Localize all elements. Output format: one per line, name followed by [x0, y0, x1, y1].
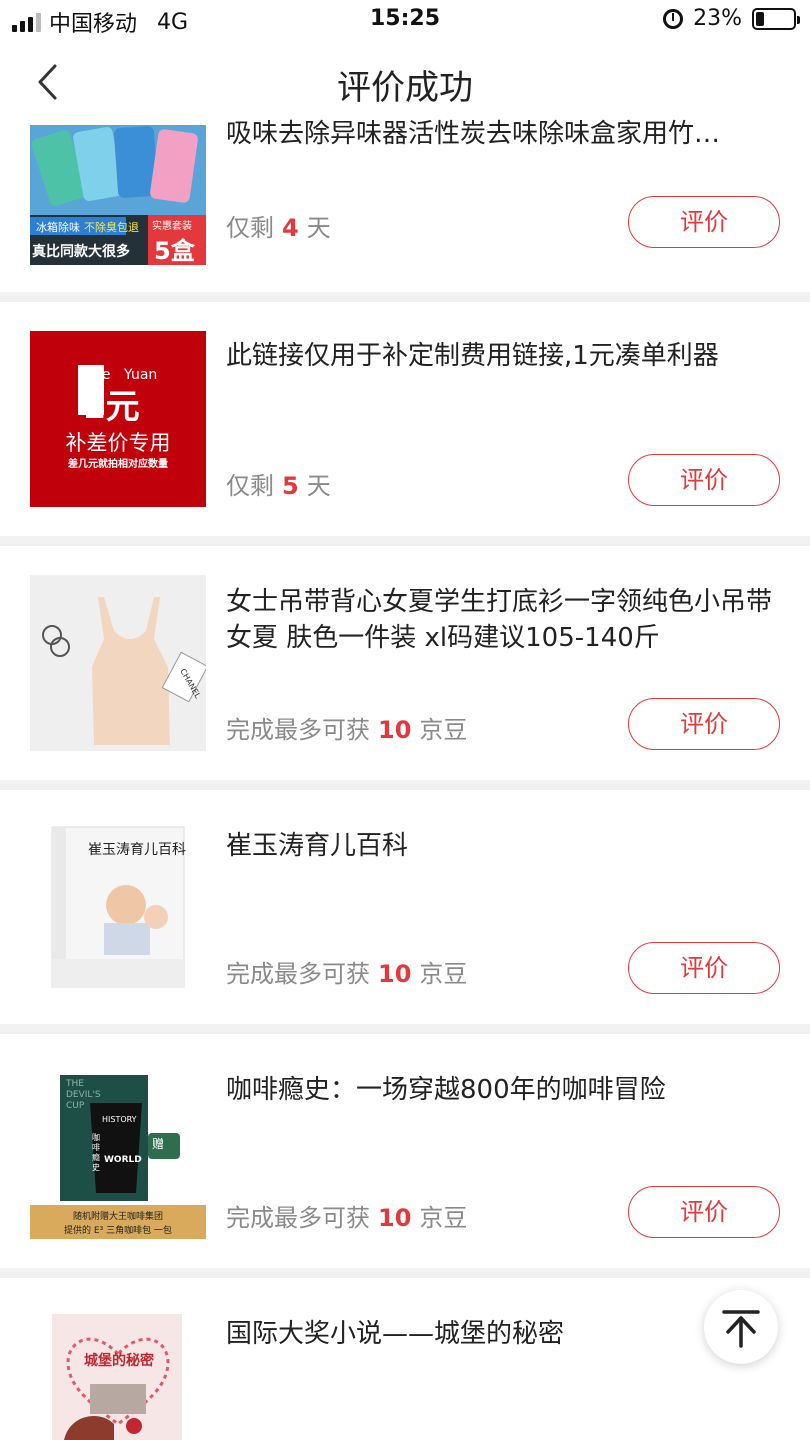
- product-image[interactable]: One Yuan 1元 补差价专用 差几元就拍相对应数量: [30, 331, 206, 507]
- status-bar: 中国移动 4G 15:25 23%: [0, 0, 810, 42]
- product-title[interactable]: 女士吊带背心女夏学生打底衫一字领纯色小吊带女夏 肤色一件装 xl码建议105-1…: [226, 584, 776, 656]
- page-title: 评价成功: [337, 68, 473, 108]
- product-title[interactable]: 崔玉涛育儿百科: [226, 828, 776, 864]
- beans-reward-text: 完成最多可获 10 京豆: [226, 1198, 467, 1233]
- beans-reward-text: 完成最多可获 10 京豆: [226, 954, 467, 989]
- meta-prefix: 完成最多可获: [226, 960, 370, 988]
- list-item: CHANEL 女士吊带背心女夏学生打底衫一字领纯色小吊带女夏 肤色一件装 xl码…: [0, 546, 810, 780]
- thumb-banner-2: 不除臭包退: [84, 221, 139, 234]
- review-button[interactable]: 评价: [628, 698, 780, 750]
- thumb-tag: 实惠套装: [152, 221, 192, 232]
- battery-fill: [756, 11, 765, 26]
- cup-label-1: HISTORY: [102, 1115, 137, 1124]
- meta-number: 10: [378, 960, 412, 988]
- meta-suffix: 京豆: [419, 716, 468, 744]
- list-item: One Yuan 1元 补差价专用 差几元就拍相对应数量 此链接仅用于补定制费用…: [0, 302, 810, 536]
- product-title[interactable]: 咖啡瘾史：一场穿越800年的咖啡冒险: [226, 1072, 776, 1108]
- list-item: THE DEVIL'S CUP HISTORY WORLD 咖啡瘾史 赠 随机附…: [0, 1034, 810, 1268]
- product-image[interactable]: 冰箱除味 不除臭包退 实惠套装 真比同款大很多 5盒: [30, 125, 206, 265]
- arrow-up-to-top-icon: [722, 1310, 760, 1348]
- product-image[interactable]: CHANEL: [30, 575, 206, 751]
- status-right: 23%: [663, 6, 800, 31]
- gift-badge: 赠: [152, 1137, 165, 1151]
- review-button[interactable]: 评价: [628, 454, 780, 506]
- meta-prefix: 仅剩: [226, 472, 274, 500]
- meta-prefix: 仅剩: [226, 214, 274, 242]
- meta-number: 5: [282, 472, 299, 500]
- product-title[interactable]: 吸味去除异味器活性炭去味除味盒家用竹…: [226, 116, 776, 152]
- book-title: 城堡的秘密: [84, 1353, 154, 1369]
- product-image[interactable]: 城堡的秘密: [30, 1314, 206, 1440]
- list-item: 崔玉涛育儿百科 崔玉涛育儿百科 完成最多可获 10 京豆 评价: [0, 790, 810, 1024]
- book-cn-title: 咖啡瘾史: [92, 1133, 100, 1172]
- product-title[interactable]: 此链接仅用于补定制费用链接,1元凑单利器: [226, 338, 776, 374]
- review-button[interactable]: 评价: [628, 1186, 780, 1238]
- meta-suffix: 京豆: [419, 960, 468, 988]
- list-item: 冰箱除味 不除臭包退 实惠套装 真比同款大很多 5盒 吸味去除异味器活性炭去味除…: [0, 108, 810, 292]
- meta-prefix: 完成最多可获: [226, 1204, 370, 1232]
- book-en-title: THE DEVIL'S CUP: [66, 1079, 101, 1111]
- battery-percent: 23%: [693, 6, 742, 31]
- thumb-banner-1: 冰箱除味: [36, 221, 80, 234]
- product-image[interactable]: THE DEVIL'S CUP HISTORY WORLD 咖啡瘾史 赠 随机附…: [30, 1063, 206, 1239]
- deadline-text: 仅剩 4 天: [226, 208, 331, 243]
- thumb-line-1: 补差价专用: [65, 431, 171, 455]
- product-title[interactable]: 国际大奖小说——城堡的秘密: [226, 1316, 776, 1352]
- thumb-big: 5盒: [154, 237, 195, 265]
- meta-suffix: 天: [306, 214, 331, 242]
- list-item: 城堡的秘密 国际大奖小说——城堡的秘密: [0, 1278, 810, 1440]
- back-to-top-button[interactable]: [704, 1290, 778, 1364]
- alarm-icon: [663, 8, 684, 29]
- meta-number: 10: [378, 716, 412, 744]
- cup-label-2: WORLD: [104, 1155, 142, 1165]
- beans-reward-text: 完成最多可获 10 京豆: [226, 710, 467, 745]
- meta-suffix: 天: [306, 472, 331, 500]
- gift-line-2: 提供的 E³ 三角咖啡包 一包: [64, 1226, 172, 1236]
- battery-icon: [752, 7, 800, 30]
- meta-number: 10: [378, 1204, 412, 1232]
- review-button[interactable]: 评价: [628, 942, 780, 994]
- thumb-main: 真比同款大很多: [32, 244, 130, 260]
- thumb-line-2: 差几元就拍相对应数量: [68, 459, 168, 470]
- review-button[interactable]: 评价: [628, 196, 780, 248]
- deadline-text: 仅剩 5 天: [226, 466, 331, 501]
- meta-number: 4: [282, 214, 299, 242]
- meta-suffix: 京豆: [419, 1204, 468, 1232]
- meta-prefix: 完成最多可获: [226, 716, 370, 744]
- thumb-big: 1元: [82, 387, 140, 427]
- book-title: 崔玉涛育儿百科: [88, 842, 186, 858]
- gift-line-1: 随机附赠大王咖啡集团: [72, 1212, 163, 1222]
- product-image[interactable]: 崔玉涛育儿百科: [30, 819, 206, 995]
